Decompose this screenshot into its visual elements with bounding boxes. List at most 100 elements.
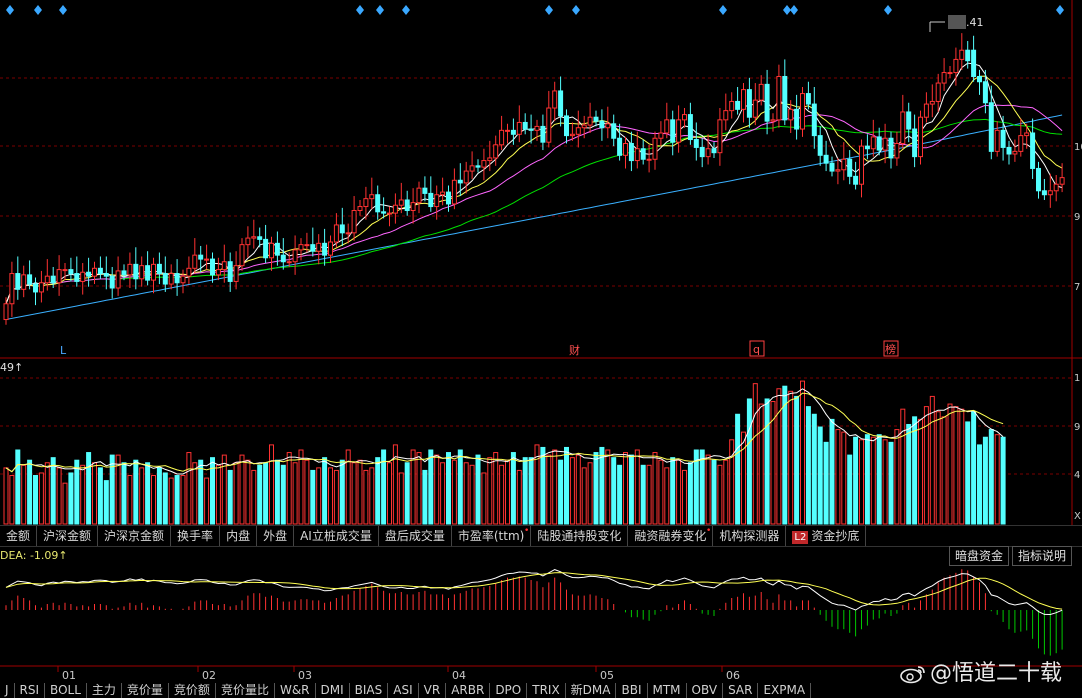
indicator-tab[interactable]: 陆股通持股变化 bbox=[531, 526, 629, 546]
volume-bar bbox=[811, 413, 817, 525]
volume-bar bbox=[864, 434, 870, 525]
candle-body bbox=[540, 125, 546, 143]
indicator-tab[interactable]: 融资融券变化 • bbox=[628, 526, 714, 546]
indicator-tab-bottom[interactable]: BOLL bbox=[45, 683, 87, 698]
volume-bar bbox=[446, 452, 451, 525]
candle-body bbox=[233, 265, 239, 282]
volume-bar bbox=[717, 464, 723, 525]
candle-body bbox=[929, 100, 935, 105]
candle-body bbox=[729, 100, 735, 112]
volume-bar bbox=[805, 406, 811, 525]
volume-bar bbox=[369, 467, 375, 525]
candle-body bbox=[723, 110, 729, 121]
indicator-tab-label: AI立桩成交量 bbox=[300, 529, 372, 543]
candle-body bbox=[215, 269, 221, 276]
indicator-tab[interactable]: 内盘 bbox=[220, 526, 258, 546]
indicator-tab[interactable]: 盘后成交量 bbox=[379, 526, 452, 546]
indicator-tab-bottom[interactable]: OBV bbox=[687, 683, 724, 698]
indicator-tab-bottom[interactable]: VR bbox=[419, 683, 447, 698]
indicator-tab[interactable]: 沪深金额 bbox=[37, 526, 99, 546]
volume-bar bbox=[86, 452, 92, 525]
volume-bar bbox=[151, 475, 156, 525]
indicator-tab-bottom[interactable]: MTM bbox=[648, 683, 687, 698]
candle-body bbox=[564, 115, 569, 137]
candle-body bbox=[1036, 167, 1041, 192]
indicator-tab[interactable]: 金额 bbox=[0, 526, 38, 546]
volume-bar bbox=[457, 449, 463, 525]
indicator-tab[interactable]: 沪深京金额 bbox=[98, 526, 172, 546]
indicator-tab-bottom[interactable]: ASI bbox=[388, 683, 419, 698]
indicator-tab-bottom[interactable]: W&R bbox=[275, 683, 316, 698]
candle-body bbox=[109, 275, 115, 289]
indicator-help-button[interactable]: 指标说明 bbox=[1012, 546, 1073, 566]
candle-body bbox=[251, 236, 257, 239]
indicator-tab-bottom[interactable]: BIAS bbox=[350, 683, 389, 698]
indicator-tab[interactable]: 换手率 bbox=[171, 526, 221, 546]
candle-body bbox=[422, 187, 428, 194]
candle-body bbox=[829, 162, 835, 172]
time-tick-label: 03 bbox=[298, 669, 312, 682]
indicator-tab-label: 盘后成交量 bbox=[384, 529, 445, 543]
indicator-tab-bottom[interactable]: 竞价量 bbox=[122, 683, 169, 698]
candle-body bbox=[640, 148, 646, 160]
indicator-tab[interactable]: AI立桩成交量 bbox=[294, 526, 379, 546]
indicator-tab-bottom[interactable]: DPO bbox=[490, 683, 528, 698]
volume-bar bbox=[876, 434, 882, 525]
indicator-tab-bottom[interactable]: RSI bbox=[15, 683, 46, 698]
candle-body bbox=[676, 119, 682, 143]
candle-body bbox=[9, 273, 15, 305]
indicator-tab-bottom[interactable]: 新DMA bbox=[566, 683, 617, 698]
volume-bar bbox=[605, 449, 611, 525]
indicator-tab-bottom[interactable]: ARBR bbox=[446, 683, 491, 698]
volume-bar bbox=[658, 459, 664, 525]
candle-body bbox=[505, 129, 510, 132]
indicator-tab-label: 外盘 bbox=[263, 529, 288, 543]
candle-body bbox=[451, 179, 457, 205]
indicator-tab-bottom[interactable]: DMI bbox=[316, 683, 350, 698]
candle-body bbox=[180, 275, 186, 284]
time-axis: 01 02 03 04 05 06 bbox=[57, 666, 740, 682]
candle-body bbox=[888, 137, 894, 159]
indicator-tab-bottom[interactable]: TRIX bbox=[527, 683, 566, 698]
volume-bar bbox=[310, 469, 316, 525]
indicator-tab-bottom[interactable]: SAR bbox=[723, 683, 759, 698]
candle-body bbox=[387, 212, 392, 215]
volume-bar bbox=[847, 454, 853, 525]
candle-body bbox=[764, 83, 770, 122]
volume-bar bbox=[929, 395, 935, 525]
indicator-tab[interactable]: 市盈率(ttm) • bbox=[452, 526, 532, 546]
volume-bar bbox=[581, 467, 587, 525]
volume-bar bbox=[428, 449, 434, 525]
volume-bar bbox=[127, 475, 133, 525]
indicator-tab[interactable]: 外盘 bbox=[257, 526, 295, 546]
volume-bar bbox=[121, 462, 127, 525]
hidden-funds-button[interactable]: 暗盘资金 bbox=[949, 546, 1010, 566]
volume-bar bbox=[611, 457, 617, 525]
volume-bar bbox=[245, 459, 251, 525]
candle-body bbox=[56, 269, 62, 284]
candle-body bbox=[853, 175, 859, 185]
volume-bar bbox=[558, 459, 564, 525]
indicator-tab-bottom[interactable]: 竞价量比 bbox=[216, 683, 275, 698]
volume-bar bbox=[328, 467, 333, 525]
candle-body bbox=[151, 263, 156, 281]
volume-bar bbox=[988, 429, 994, 525]
volume-bar bbox=[528, 457, 534, 525]
volume-bar bbox=[62, 482, 68, 525]
indicator-tab-bottom[interactable]: EXPMA bbox=[758, 683, 812, 698]
candle-body bbox=[127, 263, 133, 276]
indicator-tab-bottom[interactable]: 竞价额 bbox=[169, 683, 216, 698]
volume-bar bbox=[711, 459, 717, 525]
volume-bar bbox=[959, 408, 965, 525]
indicator-tab-bottom[interactable]: J bbox=[0, 683, 15, 698]
volume-bar bbox=[463, 462, 469, 525]
indicator-tab-bottom[interactable]: 主力 bbox=[87, 683, 122, 698]
volume-bar bbox=[505, 459, 510, 525]
indicator-tab[interactable]: 机构探测器 bbox=[713, 526, 787, 546]
volume-bar bbox=[776, 388, 782, 525]
indicator-tab[interactable]: L2 资金抄底 bbox=[786, 526, 867, 546]
volume-bar bbox=[186, 452, 192, 525]
macd-histogram bbox=[5, 569, 1063, 656]
time-tick-label: 01 bbox=[62, 669, 76, 682]
indicator-tab-bottom[interactable]: BBI bbox=[616, 683, 648, 698]
